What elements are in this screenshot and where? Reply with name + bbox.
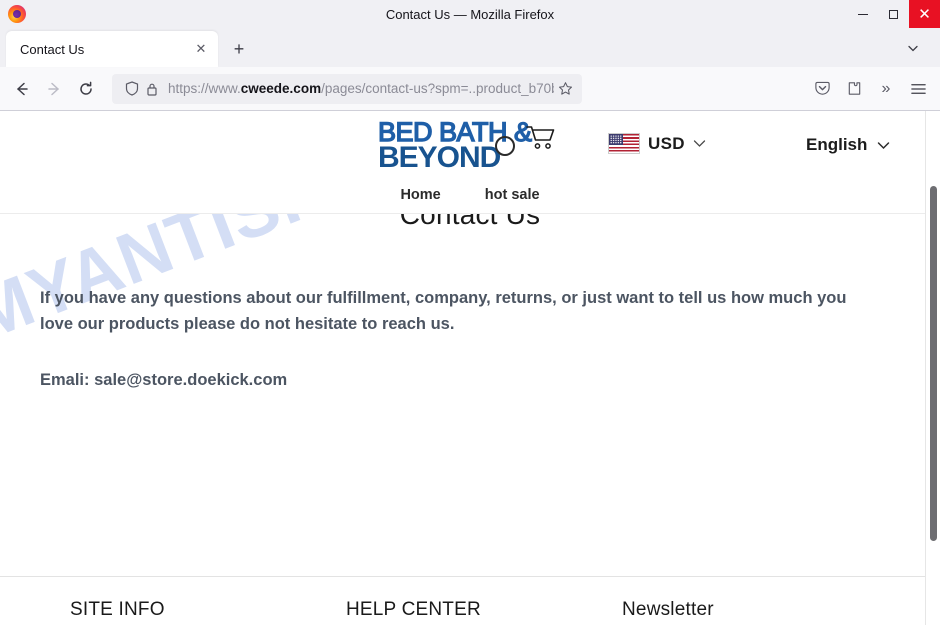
site-nav: Home hot sale — [0, 181, 940, 213]
contact-body: If you have any questions about our fulf… — [0, 286, 940, 390]
language-selector[interactable]: English — [806, 135, 890, 155]
forward-button[interactable] — [38, 73, 70, 105]
site-footer: SITE INFO About Us Terms & Conditions Pr… — [0, 576, 940, 625]
url-domain: cweede.com — [240, 81, 322, 96]
footer-column-site-info: SITE INFO About Us Terms & Conditions Pr… — [70, 599, 346, 625]
shield-icon[interactable] — [122, 81, 142, 96]
chevron-down-icon[interactable] — [877, 138, 890, 153]
close-button[interactable]: ✕ — [909, 0, 940, 28]
list-all-tabs-icon[interactable] — [898, 33, 928, 63]
url-text[interactable]: https://www.cweede.com/pages/contact-us?… — [168, 81, 554, 96]
currency-label: USD — [648, 133, 685, 153]
footer-column-newsletter: Newsletter Email Subscribe — [622, 599, 922, 625]
footer-title-site-info: SITE INFO — [70, 599, 165, 620]
contact-email-line: Emali: sale@store.doekick.com — [40, 371, 288, 390]
app-menu-icon[interactable] — [902, 73, 934, 105]
nav-item-hot-sale[interactable]: hot sale — [485, 187, 540, 203]
toolbar-right-icons: » — [806, 73, 934, 105]
address-bar[interactable]: https://www.cweede.com/pages/contact-us?… — [112, 73, 582, 104]
footer-title-newsletter: Newsletter — [622, 599, 714, 620]
new-tab-button[interactable]: + — [224, 34, 254, 64]
navigation-toolbar: https://www.cweede.com/pages/contact-us?… — [0, 67, 940, 111]
shopping-cart-icon[interactable] — [526, 125, 556, 151]
chevron-down-icon[interactable] — [693, 136, 706, 151]
url-prefix: https://www. — [168, 81, 241, 96]
url-suffix: /pages/contact-us?spm=..product_b70bb7 — [321, 81, 554, 96]
extensions-icon[interactable] — [838, 73, 870, 105]
tab-label: Contact Us — [20, 41, 85, 57]
window-controls: ✕ — [847, 0, 940, 28]
firefox-logo-icon — [8, 5, 26, 23]
footer-columns: SITE INFO About Us Terms & Conditions Pr… — [0, 599, 940, 625]
contact-paragraph: If you have any questions about our fulf… — [40, 289, 847, 333]
us-flag-icon — [608, 133, 640, 154]
reload-button[interactable] — [70, 73, 102, 105]
back-button[interactable] — [6, 73, 38, 105]
browser-window: Contact Us — Mozilla Firefox ✕ Contact U… — [0, 0, 940, 625]
minimize-button[interactable] — [847, 0, 878, 28]
lock-icon[interactable] — [142, 82, 162, 96]
currency-selector[interactable]: USD — [608, 133, 706, 154]
tab-strip: Contact Us ✕ + — [0, 28, 940, 67]
page-scrollbar[interactable] — [925, 111, 940, 625]
pocket-icon[interactable] — [806, 73, 838, 105]
maximize-button[interactable] — [878, 0, 909, 28]
window-title: Contact Us — Mozilla Firefox — [385, 6, 555, 22]
language-label: English — [806, 135, 868, 154]
tab-close-icon[interactable]: ✕ — [192, 40, 210, 58]
site-logo[interactable]: BED BATH & BEYOND — [377, 118, 578, 175]
nav-item-home[interactable]: Home — [400, 187, 440, 203]
tab-contact-us[interactable]: Contact Us ✕ — [6, 31, 218, 67]
scrollbar-thumb[interactable] — [930, 186, 937, 541]
title-bar: Contact Us — Mozilla Firefox ✕ — [0, 0, 940, 28]
overflow-menu-icon[interactable]: » — [870, 73, 902, 105]
footer-column-help-center: HELP CENTER Q&A Delivery Return & Exchan… — [346, 599, 622, 625]
mouse-cursor-ring — [495, 136, 515, 156]
site-header-row: BED BATH & BEYOND USD English — [0, 111, 940, 181]
site-header: BED BATH & BEYOND USD English Home hot s… — [0, 111, 940, 214]
bookmark-star-icon[interactable] — [554, 81, 576, 96]
page-viewport: Contact Us If you have any questions abo… — [0, 111, 940, 625]
footer-title-help-center: HELP CENTER — [346, 599, 481, 620]
